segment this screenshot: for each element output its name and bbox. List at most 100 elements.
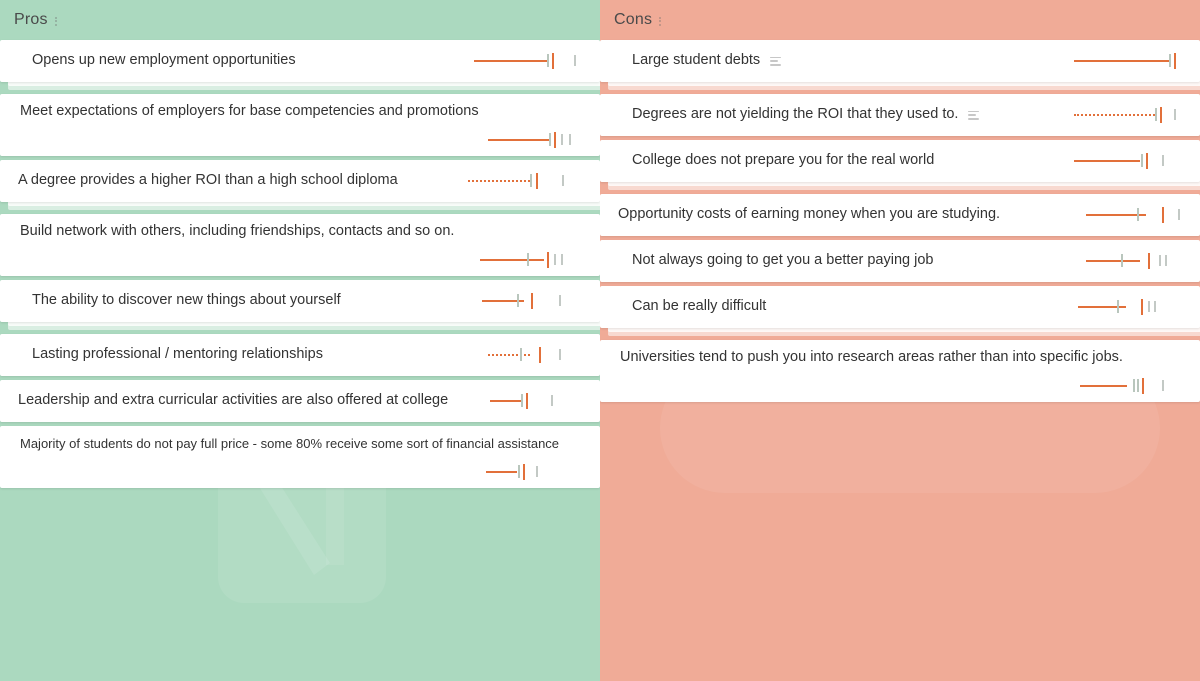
vote-bar-line — [1086, 260, 1140, 262]
idea-card-label: College does not prepare you for the rea… — [632, 152, 935, 169]
card-wrapper: College does not prepare you for the rea… — [600, 140, 1200, 190]
vote-bar[interactable] — [1082, 251, 1188, 271]
vote-bar-end-tick — [547, 252, 549, 268]
vote-bar-end-tick — [523, 464, 525, 480]
idea-card-label: Not always going to get you a better pay… — [632, 252, 934, 269]
vote-bar-end-tick — [552, 53, 554, 69]
vote-bar-line — [474, 60, 547, 62]
vote-bar[interactable] — [1082, 205, 1188, 225]
vote-bar-marker-tick — [1133, 379, 1135, 392]
idea-card-label: Opens up new employment opportunities — [32, 52, 296, 69]
idea-card[interactable]: Lasting professional / mentoring relatio… — [0, 334, 600, 376]
vote-bar-end-tick — [1146, 153, 1148, 169]
vote-bar-scale-tick — [536, 466, 538, 477]
card-wrapper: Universities tend to push you into resea… — [600, 340, 1200, 402]
card-wrapper: Meet expectations of employers for base … — [0, 94, 600, 156]
vote-bar-scale-tick — [574, 55, 576, 66]
idea-card-body: Opens up new employment opportunities — [0, 40, 470, 82]
vote-bar-marker-tick — [547, 54, 549, 67]
idea-card-label: Can be really difficult — [632, 298, 767, 315]
idea-card-body: Opportunity costs of earning money when … — [600, 194, 1082, 236]
vote-bar-marker-tick — [1137, 379, 1139, 392]
idea-card[interactable]: Majority of students do not pay full pri… — [0, 426, 600, 488]
vote-bar-scale-tick — [551, 395, 553, 406]
list-lines-icon[interactable] — [968, 110, 980, 120]
vote-bar[interactable] — [484, 130, 588, 150]
idea-card[interactable]: The ability to discover new things about… — [0, 280, 600, 322]
vote-bar-end-tick — [536, 173, 538, 189]
vote-bar-marker-tick — [518, 465, 520, 478]
idea-card-body: The ability to discover new things about… — [0, 280, 478, 322]
vote-bar[interactable] — [470, 51, 588, 71]
idea-card-body: Can be really difficult — [600, 286, 1074, 328]
vote-bar-marker-tick — [1121, 254, 1123, 267]
vote-bar-line — [480, 259, 544, 261]
pros-header: Pros — [0, 0, 600, 40]
idea-card-body: A degree provides a higher ROI than a hi… — [0, 160, 464, 202]
vote-bar[interactable] — [478, 291, 588, 311]
idea-card[interactable]: Build network with others, including fri… — [0, 214, 600, 276]
vote-bar-scale-tick — [1162, 380, 1164, 391]
vote-bar[interactable] — [1070, 51, 1188, 71]
vote-bar-scale-tick — [569, 134, 571, 145]
idea-card-label: The ability to discover new things about… — [32, 292, 341, 309]
vote-bar[interactable] — [1070, 151, 1188, 171]
card-wrapper: Degrees are not yielding the ROI that th… — [600, 94, 1200, 136]
kebab-menu-icon[interactable] — [54, 15, 57, 26]
idea-card-label: A degree provides a higher ROI than a hi… — [18, 172, 398, 189]
vote-bar[interactable] — [1074, 297, 1188, 317]
vote-bar-end-tick — [554, 132, 556, 148]
list-lines-icon[interactable] — [770, 56, 782, 66]
vote-bar-scale-tick — [554, 254, 556, 265]
card-wrapper: Majority of students do not pay full pri… — [0, 426, 600, 488]
idea-card[interactable]: Universities tend to push you into resea… — [600, 340, 1200, 402]
idea-card[interactable]: A degree provides a higher ROI than a hi… — [0, 160, 600, 202]
vote-bar-end-tick — [1141, 299, 1143, 315]
idea-card[interactable]: Leadership and extra curricular activiti… — [0, 380, 600, 422]
vote-bar-scale-tick — [1159, 255, 1161, 266]
vote-bar[interactable] — [482, 462, 588, 482]
vote-bar-marker-tick — [549, 133, 551, 146]
idea-card[interactable]: Not always going to get you a better pay… — [600, 240, 1200, 282]
card-wrapper: Leadership and extra curricular activiti… — [0, 380, 600, 422]
card-wrapper: Lasting professional / mentoring relatio… — [0, 334, 600, 376]
vote-bar-line — [488, 139, 550, 141]
idea-card[interactable]: Degrees are not yielding the ROI that th… — [600, 94, 1200, 136]
vote-bar-scale-tick — [561, 134, 563, 145]
vote-bar-marker-tick — [1141, 154, 1143, 167]
card-wrapper: Large student debts — [600, 40, 1200, 90]
vote-bar[interactable] — [484, 345, 588, 365]
vote-bar-marker-tick — [530, 174, 532, 187]
idea-card[interactable]: Large student debts — [600, 40, 1200, 82]
idea-card-body: Universities tend to push you into resea… — [600, 340, 1188, 376]
vote-bar-marker-tick — [1137, 208, 1139, 221]
vote-bar-marker-tick — [517, 294, 519, 307]
vote-bar-scale-tick — [561, 254, 563, 265]
vote-bar[interactable] — [476, 250, 588, 270]
vote-bar-marker-tick — [521, 394, 523, 407]
vote-bar[interactable] — [464, 171, 588, 191]
idea-card-label: Large student debts — [632, 52, 761, 69]
idea-card-body: Majority of students do not pay full pri… — [0, 426, 588, 462]
idea-card-body: College does not prepare you for the rea… — [600, 140, 1070, 182]
vote-bar-marker-tick — [527, 253, 529, 266]
pros-title: Pros — [14, 11, 48, 28]
vote-bar-end-tick — [1174, 53, 1176, 69]
idea-card[interactable]: College does not prepare you for the rea… — [600, 140, 1200, 182]
idea-card-body: Build network with others, including fri… — [0, 214, 588, 250]
idea-card-label: Majority of students do not pay full pri… — [20, 436, 560, 452]
idea-card[interactable]: Opportunity costs of earning money when … — [600, 194, 1200, 236]
idea-card[interactable]: Can be really difficult — [600, 286, 1200, 328]
vote-bar[interactable] — [1070, 105, 1188, 125]
idea-card[interactable]: Opens up new employment opportunities — [0, 40, 600, 82]
vote-bar-line — [1080, 385, 1127, 387]
vote-bar[interactable] — [1076, 376, 1188, 396]
vote-bar-scale-tick — [1154, 301, 1156, 312]
idea-card[interactable]: Meet expectations of employers for base … — [0, 94, 600, 156]
card-wrapper: Can be really difficult — [600, 286, 1200, 336]
cons-card-list: Large student debts Degrees are not yield… — [600, 40, 1200, 402]
vote-bar[interactable] — [486, 391, 588, 411]
kebab-menu-icon[interactable] — [659, 15, 662, 26]
idea-card-label: Universities tend to push you into resea… — [620, 349, 1123, 366]
vote-bar-line — [1078, 306, 1126, 308]
